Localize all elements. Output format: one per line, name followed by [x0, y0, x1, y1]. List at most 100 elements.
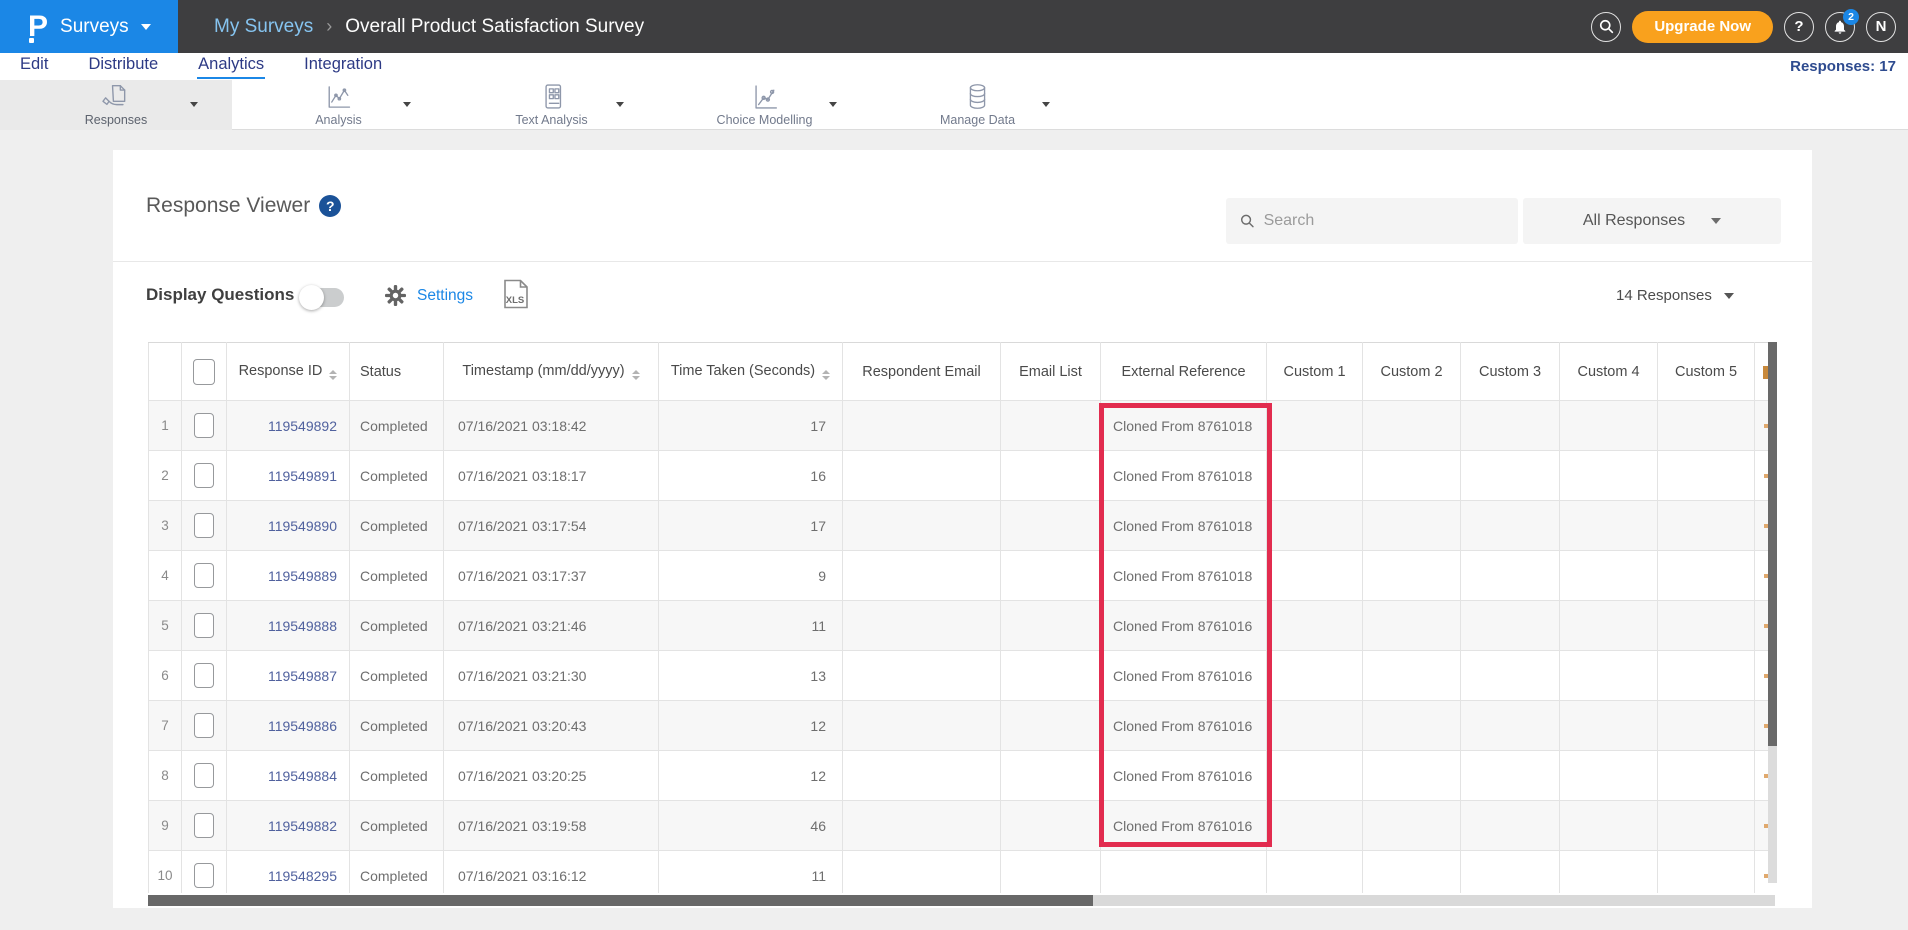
- column-header-label: Time Taken (Seconds): [671, 363, 815, 379]
- breadcrumb-my-surveys[interactable]: My Surveys: [214, 16, 313, 38]
- toolbar-item-analysis[interactable]: Analysis: [232, 80, 445, 130]
- select-all-checkbox[interactable]: [193, 359, 215, 385]
- page-title-row: Response Viewer ?: [146, 194, 341, 218]
- vertical-scrollbar-thumb[interactable]: [1768, 342, 1777, 746]
- table-row: 1119549892Completed07/16/2021 03:18:4217…: [149, 401, 1769, 451]
- product-logo-menu[interactable]: P Surveys: [0, 0, 178, 53]
- row-checkbox[interactable]: [194, 763, 214, 788]
- cell-num: 9: [149, 801, 182, 851]
- row-checkbox[interactable]: [194, 513, 214, 538]
- toolbar-item-label: Manage Data: [940, 113, 1015, 127]
- column-header-response_id[interactable]: Response ID: [227, 343, 350, 401]
- sort-icon[interactable]: [632, 370, 640, 380]
- horizontal-scrollbar-thumb[interactable]: [148, 895, 1093, 906]
- cell-custom5: [1658, 701, 1755, 751]
- cell-response_id[interactable]: 119549890: [227, 501, 350, 551]
- user-avatar[interactable]: N: [1866, 12, 1896, 42]
- row-checkbox[interactable]: [194, 463, 214, 488]
- tab-edit[interactable]: Edit: [19, 54, 49, 79]
- toolbar-item-label: Text Analysis: [515, 113, 587, 127]
- chevron-down-icon[interactable]: [403, 102, 411, 107]
- toolbar-item-responses[interactable]: Responses: [0, 80, 232, 130]
- column-header-custom3: Custom 3: [1461, 343, 1560, 401]
- settings-label[interactable]: Settings: [417, 287, 473, 305]
- row-checkbox[interactable]: [194, 663, 214, 688]
- display-questions-toggle[interactable]: [302, 288, 344, 307]
- cell-custom2: [1363, 451, 1461, 501]
- table-row: 4119549889Completed07/16/2021 03:17:379C…: [149, 551, 1769, 601]
- sort-icon[interactable]: [822, 370, 830, 380]
- chevron-down-icon[interactable]: [616, 102, 624, 107]
- row-checkbox-cell: [182, 551, 227, 601]
- xls-file-icon: XLS: [503, 279, 529, 309]
- response-filter-dropdown[interactable]: All Responses: [1523, 198, 1781, 244]
- cell-custom1: [1267, 801, 1363, 851]
- toolbar-item-manage-data[interactable]: Manage Data: [871, 80, 1084, 130]
- column-header-timestamp[interactable]: Timestamp (mm/dd/yyyy): [444, 343, 659, 401]
- cell-custom3: [1461, 401, 1560, 451]
- help-button[interactable]: ?: [1784, 12, 1814, 42]
- chevron-down-icon[interactable]: [190, 102, 198, 107]
- search-input[interactable]: [1264, 212, 1504, 230]
- row-checkbox-cell: [182, 651, 227, 701]
- chevron-down-icon[interactable]: [829, 102, 837, 107]
- horizontal-scrollbar[interactable]: [148, 895, 1775, 906]
- cell-response_id[interactable]: 119549884: [227, 751, 350, 801]
- column-header-time_taken[interactable]: Time Taken (Seconds): [659, 343, 843, 401]
- responses-table: Response ID Status Timestamp (mm/dd/yyyy) T…: [148, 342, 1768, 893]
- upgrade-now-button[interactable]: Upgrade Now: [1632, 11, 1773, 43]
- cell-response_id[interactable]: 119549889: [227, 551, 350, 601]
- chevron-down-icon[interactable]: [1042, 102, 1050, 107]
- row-checkbox[interactable]: [194, 413, 214, 438]
- notification-count-badge: 2: [1843, 9, 1859, 25]
- clipped-cell: [1755, 451, 1769, 501]
- cell-response_id[interactable]: 119549892: [227, 401, 350, 451]
- row-checkbox-cell: [182, 851, 227, 894]
- cell-custom5: [1658, 451, 1755, 501]
- search-icon: [1240, 213, 1255, 229]
- cell-response_id[interactable]: 119549887: [227, 651, 350, 701]
- chevron-down-icon: [1724, 293, 1734, 299]
- cell-response_id[interactable]: 119549882: [227, 801, 350, 851]
- cell-time_taken: 46: [659, 801, 843, 851]
- responses-page-dropdown[interactable]: 14 Responses: [1616, 287, 1734, 304]
- tab-integration[interactable]: Integration: [303, 54, 383, 79]
- gear-icon: [385, 285, 406, 306]
- row-checkbox[interactable]: [194, 613, 214, 638]
- cell-custom2: [1363, 851, 1461, 894]
- responses-count-label: Responses: 17: [1790, 58, 1896, 75]
- row-checkbox[interactable]: [194, 863, 214, 888]
- toolbar-item-text-analysis[interactable]: Text Analysis: [445, 80, 658, 130]
- toolbar-item-choice-modelling[interactable]: Choice Modelling: [658, 80, 871, 130]
- cell-response_id[interactable]: 119548295: [227, 851, 350, 894]
- column-header-label: Status: [360, 364, 401, 380]
- search-button[interactable]: [1591, 12, 1621, 42]
- cell-response_id[interactable]: 119549886: [227, 701, 350, 751]
- cell-custom4: [1560, 501, 1658, 551]
- row-checkbox[interactable]: [194, 813, 214, 838]
- cell-timestamp: 07/16/2021 03:20:43: [444, 701, 659, 751]
- row-checkbox[interactable]: [194, 713, 214, 738]
- select-all-header[interactable]: [182, 343, 227, 401]
- cell-custom1: [1267, 501, 1363, 551]
- vertical-scrollbar[interactable]: [1768, 342, 1777, 893]
- cell-custom4: [1560, 801, 1658, 851]
- column-header-status: Status: [350, 343, 444, 401]
- tab-analytics[interactable]: Analytics: [197, 54, 265, 79]
- tab-distribute[interactable]: Distribute: [87, 54, 159, 79]
- cell-custom4: [1560, 651, 1658, 701]
- row-checkbox[interactable]: [194, 563, 214, 588]
- settings-button[interactable]: [385, 285, 406, 306]
- cell-status: Completed: [350, 601, 444, 651]
- analysis-icon: [325, 84, 352, 110]
- notifications-button[interactable]: 2: [1825, 12, 1855, 42]
- response-viewer-help-icon[interactable]: ?: [319, 195, 341, 217]
- cell-custom5: [1658, 401, 1755, 451]
- cell-response_id[interactable]: 119549891: [227, 451, 350, 501]
- cell-time_taken: 16: [659, 451, 843, 501]
- cell-custom1: [1267, 651, 1363, 701]
- sort-icon[interactable]: [329, 370, 337, 380]
- export-xls-button[interactable]: XLS: [503, 279, 529, 309]
- cell-email_list: [1001, 651, 1101, 701]
- cell-response_id[interactable]: 119549888: [227, 601, 350, 651]
